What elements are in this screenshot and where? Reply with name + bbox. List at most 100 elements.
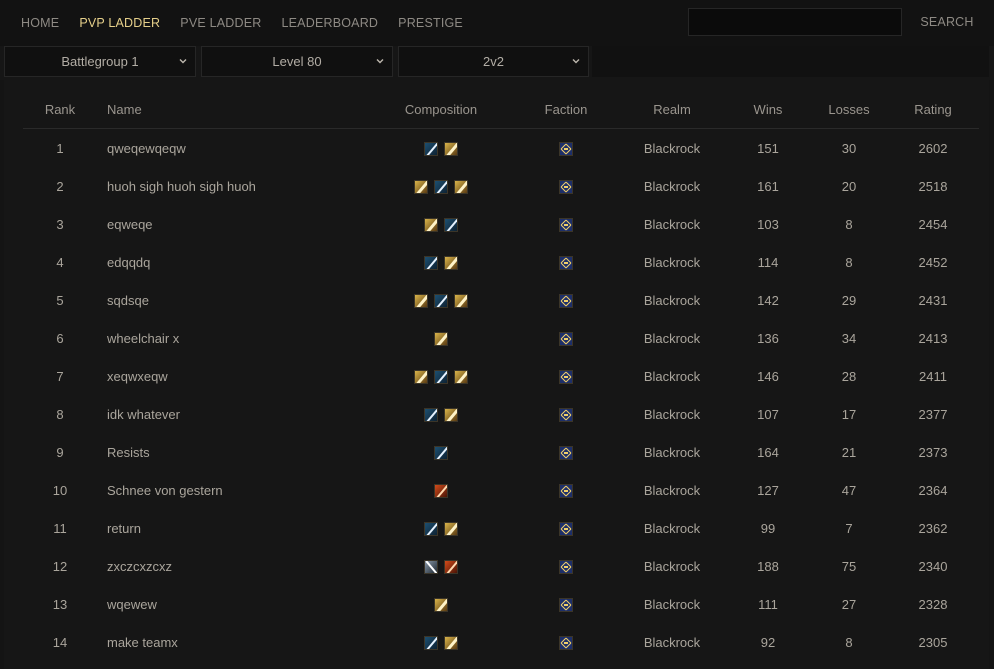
team-name-link[interactable]: wheelchair x <box>107 331 179 346</box>
team-name-link[interactable]: wqewew <box>107 597 157 612</box>
realm-cell[interactable]: Blackrock <box>619 585 725 623</box>
table-row[interactable]: 7 xeqwxeqw Blackrock 146 28 2411 <box>23 357 979 395</box>
realm-cell[interactable]: Blackrock <box>619 319 725 357</box>
table-row[interactable]: 12 zxczcxzcxz Blackrock 188 75 2340 <box>23 547 979 585</box>
paladin-class-icon[interactable] <box>444 521 458 536</box>
realm-cell[interactable]: Blackrock <box>619 471 725 509</box>
table-row[interactable]: 8 idk whatever Blackrock 107 17 2377 <box>23 395 979 433</box>
table-row[interactable]: 9 Resists Blackrock 164 21 2373 <box>23 433 979 471</box>
table-row[interactable]: 13 wqewew Blackrock 111 27 2328 <box>23 585 979 623</box>
composition-icons <box>424 559 458 574</box>
team-name-link[interactable]: Resists <box>107 445 150 460</box>
level-select[interactable]: Level 80 <box>201 46 393 77</box>
paladin-class-icon[interactable] <box>454 293 468 308</box>
team-name-link[interactable]: return <box>107 521 141 536</box>
rank-cell: 14 <box>52 634 68 650</box>
rogue-class-icon[interactable] <box>444 559 458 574</box>
table-row[interactable]: 4 edqqdq Blackrock 114 8 2452 <box>23 243 979 281</box>
rank-cell: 7 <box>56 368 64 384</box>
header-realm[interactable]: Realm <box>619 90 725 129</box>
table-row[interactable]: 1 qweqewqeqw Blackrock 151 30 2602 <box>23 129 979 168</box>
nav-pve-ladder[interactable]: PVE LADDER <box>170 0 271 46</box>
nav-pvp-ladder[interactable]: PVP LADDER <box>69 0 170 46</box>
realm-cell[interactable]: Blackrock <box>619 243 725 281</box>
team-name-link[interactable]: qweqewqeqw <box>107 141 186 156</box>
paladin-class-icon[interactable] <box>444 635 458 650</box>
paladin-class-icon[interactable] <box>444 255 458 270</box>
nav-home[interactable]: HOME <box>11 0 69 46</box>
realm-cell[interactable]: Blackrock <box>619 281 725 319</box>
paladin-class-icon[interactable] <box>444 407 458 422</box>
nav-prestige[interactable]: PRESTIGE <box>388 0 473 46</box>
warrior-class-icon[interactable] <box>434 179 448 194</box>
team-name-link[interactable]: sqdsqe <box>107 293 149 308</box>
realm-cell[interactable]: Blackrock <box>619 433 725 471</box>
paladin-class-icon[interactable] <box>434 597 448 612</box>
composition-cell <box>369 319 513 357</box>
header-composition[interactable]: Composition <box>369 90 513 129</box>
team-name-link[interactable]: eqweqe <box>107 217 153 232</box>
warrior-class-icon[interactable] <box>424 635 438 650</box>
composition-icons <box>414 293 468 308</box>
rogue-class-icon[interactable] <box>434 483 448 498</box>
alliance-icon <box>559 141 573 156</box>
rating-cell: 2373 <box>918 444 948 460</box>
header-name[interactable]: Name <box>97 90 369 129</box>
paladin-class-icon[interactable] <box>454 179 468 194</box>
realm-cell[interactable]: Blackrock <box>619 357 725 395</box>
team-name-link[interactable]: edqqdq <box>107 255 150 270</box>
paladin-class-icon[interactable] <box>414 293 428 308</box>
realm-cell[interactable]: Blackrock <box>619 623 725 661</box>
table-row[interactable]: 14 make teamx Blackrock 92 8 2305 <box>23 623 979 661</box>
realm-cell[interactable]: Blackrock <box>619 167 725 205</box>
table-row[interactable]: 2 huoh sigh huoh sigh huoh Blackrock 161 20 2… <box>23 167 979 205</box>
realm-cell[interactable]: Blackrock <box>619 509 725 547</box>
rating-cell: 2454 <box>918 216 948 232</box>
paladin-class-icon[interactable] <box>434 331 448 346</box>
header-losses[interactable]: Losses <box>811 90 887 129</box>
warrior-class-icon[interactable] <box>424 521 438 536</box>
team-name-link[interactable]: make teamx <box>107 635 178 650</box>
warrior-class-icon[interactable] <box>434 369 448 384</box>
composition-icons <box>424 217 458 232</box>
warrior-class-icon[interactable] <box>434 293 448 308</box>
header-faction[interactable]: Faction <box>513 90 619 129</box>
faction-cell <box>513 281 619 319</box>
realm-cell[interactable]: Blackrock <box>619 205 725 243</box>
warrior-class-icon[interactable] <box>424 141 438 156</box>
paladin-class-icon[interactable] <box>414 179 428 194</box>
search-input[interactable] <box>688 8 902 36</box>
paladin-class-icon[interactable] <box>454 369 468 384</box>
table-row[interactable]: 3 eqweqe Blackrock 103 8 2454 <box>23 205 979 243</box>
hunter-class-icon[interactable] <box>424 559 438 574</box>
table-row[interactable]: 6 wheelchair x Blackrock 136 34 2413 <box>23 319 979 357</box>
table-row[interactable]: 10 Schnee von gestern Blackrock 127 47 2364 <box>23 471 979 509</box>
paladin-class-icon[interactable] <box>444 141 458 156</box>
team-name-link[interactable]: idk whatever <box>107 407 180 422</box>
team-name-link[interactable]: huoh sigh huoh sigh huoh <box>107 179 256 194</box>
battlegroup-select[interactable]: Battlegroup 1 <box>4 46 196 77</box>
paladin-class-icon[interactable] <box>414 369 428 384</box>
header-rating[interactable]: Rating <box>887 90 979 129</box>
realm-cell[interactable]: Blackrock <box>619 129 725 168</box>
header-rank[interactable]: Rank <box>23 90 97 129</box>
paladin-class-icon[interactable] <box>424 217 438 232</box>
composition-cell <box>369 167 513 205</box>
nav-leaderboard[interactable]: LEADERBOARD <box>271 0 388 46</box>
warrior-class-icon[interactable] <box>424 407 438 422</box>
realm-cell[interactable]: Blackrock <box>619 547 725 585</box>
team-name-link[interactable]: Schnee von gestern <box>107 483 223 498</box>
team-name-link[interactable]: xeqwxeqw <box>107 369 168 384</box>
search-button[interactable]: SEARCH <box>912 8 982 36</box>
warrior-class-icon[interactable] <box>424 255 438 270</box>
main-nav: HOME PVP LADDER PVE LADDER LEADERBOARD P… <box>11 0 473 46</box>
warrior-class-icon[interactable] <box>444 217 458 232</box>
table-row[interactable]: 11 return Blackrock 99 7 2362 <box>23 509 979 547</box>
bracket-select[interactable]: 2v2 <box>398 46 589 77</box>
warrior-class-icon[interactable] <box>434 445 448 460</box>
table-row[interactable]: 5 sqdsqe Blackrock 142 29 2431 <box>23 281 979 319</box>
rating-cell: 2413 <box>918 330 948 346</box>
team-name-link[interactable]: zxczcxzcxz <box>107 559 172 574</box>
header-wins[interactable]: Wins <box>725 90 811 129</box>
realm-cell[interactable]: Blackrock <box>619 395 725 433</box>
